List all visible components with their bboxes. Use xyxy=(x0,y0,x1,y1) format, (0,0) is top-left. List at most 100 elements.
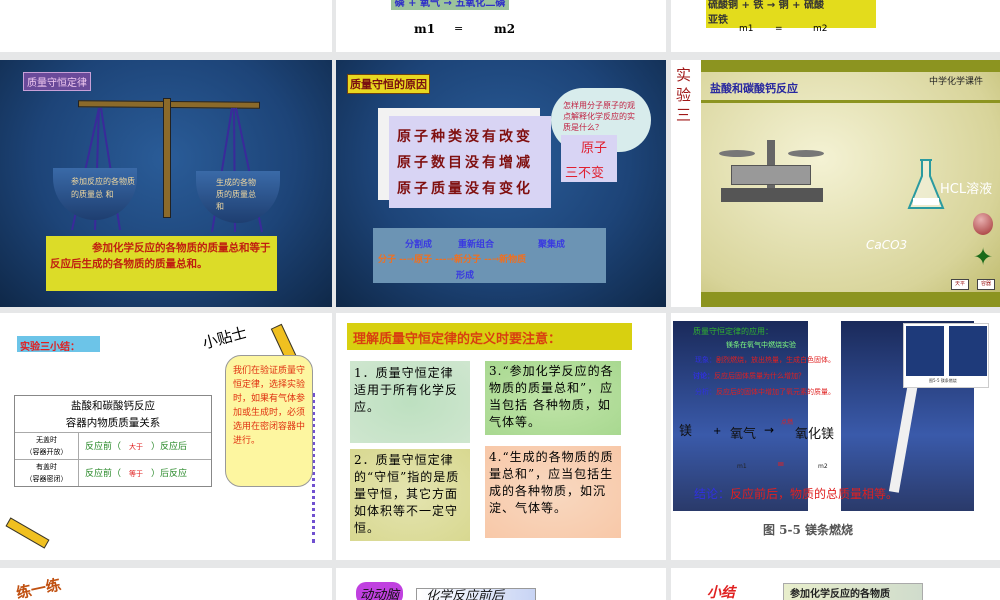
slide-10[interactable]: 练一练 xyxy=(0,568,332,600)
slide-9[interactable]: 图5-5 镁条燃烧 质量守恒定律的应用： 镁条在氧气中燃烧实验 现象：剧烈燃烧，… xyxy=(671,313,1000,560)
table-title-2: 容器内物质质量关系 xyxy=(65,417,161,429)
slide-6[interactable]: 实验三 盐酸和碳酸钙反应 中学化学课件 HCL溶液 CaCO3 ✦ 天平 容器 xyxy=(671,60,1000,307)
balance-scale-icon xyxy=(719,140,829,215)
maple-leaf-icon: ✦ xyxy=(973,243,994,271)
discussion-label: 讨论： xyxy=(693,372,714,380)
conclusion-label: 结论： xyxy=(694,487,731,501)
think-badge: 动动脑 xyxy=(356,582,404,600)
slide-title: 盐酸和碳酸钙反应 xyxy=(710,82,798,95)
slide-3[interactable]: 硫酸铜 + 铁 → 铜 + 硫酸 亚铁 m1 = m2 xyxy=(671,0,1000,52)
figure-caption: 图 5-5 镁条燃烧 xyxy=(763,523,854,537)
conclusion-text: 反应前后，物质的总质量相等。 xyxy=(730,487,899,501)
before-label: 反应前（ xyxy=(85,442,122,452)
flow-label-gather: 聚集成 xyxy=(538,240,566,250)
note-3-text: 3.“参加化学反应的各物质的质量总和”，应当包括 各种物质，如气体等。 xyxy=(489,364,614,429)
table-row: 无盖时 （容器开放） 反应前（ 大于 ）反应后 xyxy=(15,433,211,460)
question-text: 化学反应前后 xyxy=(426,589,505,600)
slide-2[interactable]: 磷 + 氧气 → 五氧化二磷 m1 = m2 xyxy=(336,0,666,52)
principle-3: 原子质量没有变化 xyxy=(397,181,533,197)
discussion-text: 反应后固体质量为什么增加？ xyxy=(714,372,805,380)
note-4: 4.“生成的各物质的质量总和”，应当包括生成的各种物质，如沉淀、气体等。 xyxy=(485,446,621,538)
m2-label: m2 xyxy=(494,22,516,36)
before-label: 反应前（ xyxy=(85,469,122,479)
summary-text: 参加化学反应的各物质 xyxy=(790,589,890,600)
after-label: ）后反应 xyxy=(151,469,188,479)
observation-line: 现象：剧烈燃烧，放出热量，生成白色固体。 xyxy=(695,355,835,365)
answer-box: 原子 三不变 xyxy=(561,135,617,182)
slide-1[interactable] xyxy=(0,0,332,52)
flow-label-split: 分割成 xyxy=(405,240,433,250)
slide-title: 小结 xyxy=(707,585,735,600)
reactant-oxygen: 氧气 xyxy=(730,427,757,442)
flow-sequence: 分子 --→原子 ---→新分子 --→新物质 xyxy=(378,255,527,265)
hcl-label: HCL溶液 xyxy=(940,182,993,197)
observation-text: 剧烈燃烧，放出热量，生成白色固体。 xyxy=(716,356,835,364)
note-1-text: 1．质量守恒定律适用于所有化学反应。 xyxy=(354,366,459,414)
m1-label: m1 xyxy=(414,22,436,36)
slide-body: 盐酸和碳酸钙反应 中学化学课件 HCL溶液 CaCO3 ✦ 天平 容器 xyxy=(701,60,1000,307)
slide-title: 实验三小结： xyxy=(17,336,100,353)
slide-7[interactable]: 实验三小结： 小贴士 盐酸和碳酸钙反应 容器内物质质量关系 无盖时 （容器开放） … xyxy=(0,313,332,560)
answer-three-unchanged: 三不变 xyxy=(565,166,605,181)
table-title-1: 盐酸和碳酸钙反应 xyxy=(71,400,155,412)
answer-atom: 原子 xyxy=(581,141,608,156)
tip-text: 我们在验证质量守恒定律，选择实验时，如果有气体参加或生成时，必须选用在密闭容器中… xyxy=(233,366,306,446)
m2-label: m2 xyxy=(818,463,828,470)
relation-value: 大于 xyxy=(129,443,144,451)
condition-label: 点燃 xyxy=(781,419,794,426)
container-button[interactable]: 容器 xyxy=(977,279,995,290)
tip-bubble: 我们在验证质量守恒定律，选择实验时，如果有气体参加或生成时，必须选用在密闭容器中… xyxy=(225,355,313,487)
subtitle: 镁条在氧气中燃烧实验 xyxy=(726,341,796,349)
slide-5[interactable]: 质量守恒的原因 原子种类没有改变 原子数目没有增减 原子质量没有变化 怎样用分子… xyxy=(336,60,666,307)
flow-label-form: 形成 xyxy=(456,271,475,281)
equation-line-2: 亚铁 xyxy=(708,15,728,26)
condition: 有盖时 xyxy=(36,463,57,471)
principle-1: 原子种类没有改变 xyxy=(397,129,533,145)
slide-title: 质量守恒的原因 xyxy=(347,74,430,94)
cloud-text: 怎样用分子原子的观点解释化学反应的实质是什么？ xyxy=(563,101,635,132)
equation-box: 硫酸铜 + 铁 → 铜 + 硫酸 亚铁 xyxy=(706,0,876,28)
summary-box: 参加化学反应的各物质 xyxy=(783,583,923,600)
equals-label: = xyxy=(777,460,785,470)
brand-label: 中学化学课件 xyxy=(929,77,984,87)
equals-label: = xyxy=(454,22,464,35)
condition-detail: （容器开放） xyxy=(25,448,68,456)
note-4-text: 4.“生成的各物质的质量总和”，应当包括生成的各种物质，如沉淀、气体等。 xyxy=(489,450,614,515)
analysis-label: 分析： xyxy=(695,388,716,396)
reactant-magnesium: 镁 xyxy=(679,424,693,439)
table-row: 有盖时 （容器密闭） 反应前（ 等于 ）后反应 xyxy=(15,460,211,486)
analysis-text: 反应后的固体中增加了氧元素的质量。 xyxy=(716,388,835,396)
discussion-line: 讨论：反应后固体质量为什么增加？ xyxy=(693,371,805,381)
note-2-text: 2．质量守恒定律的“守恒”指的是质量守恒，其它方面如体积等不一定守恒。 xyxy=(354,453,460,535)
slide-title: 练一练 xyxy=(14,575,63,600)
plus-sign: + xyxy=(713,426,722,437)
condition: 无盖时 xyxy=(36,436,57,444)
flow-label-recombine: 重新组合 xyxy=(458,240,495,250)
left-pan-label: 参加反应的各物质的质量总 和 xyxy=(71,177,135,199)
principle-2: 原子数目没有增减 xyxy=(397,155,533,171)
slide-8[interactable]: 理解质量守恒定律的定义时要注意： 1．质量守恒定律适用于所有化学反应。 2．质量… xyxy=(336,313,666,560)
sticker-label: 小贴士 xyxy=(200,323,249,353)
note-3: 3.“参加化学反应的各物质的质量总和”，应当包括 各种物质，如气体等。 xyxy=(485,361,621,435)
slide-4[interactable]: 质量守恒定律 参加反应的各物质的质量总 和 生成的各物质的质量总和 参加化学反应… xyxy=(0,60,332,307)
flow-box: 分割成 重新组合 聚集成 分子 --→原子 ---→新分子 --→新物质 形成 xyxy=(373,228,606,283)
slide-12[interactable]: 小结 参加化学反应的各物质 xyxy=(671,568,1000,600)
right-pan-label: 生成的各物质的质量总和 xyxy=(216,178,256,211)
m1-label: m1 xyxy=(739,24,754,34)
note-2: 2．质量守恒定律的“守恒”指的是质量守恒，其它方面如体积等不一定守恒。 xyxy=(350,449,470,541)
side-label: 实验三 xyxy=(676,66,692,124)
statement-text: 参加化学反应的各物质的质量总和等于反应后生成的各物质的质量总和。 xyxy=(50,242,271,270)
slide-11[interactable]: 动动脑 化学反应前后 xyxy=(336,568,666,600)
balance-button[interactable]: 天平 xyxy=(951,279,969,290)
equals-label: = xyxy=(775,24,783,34)
observation-label: 现象： xyxy=(695,356,716,364)
equation-box: 磷 + 氧气 → 五氧化二磷 xyxy=(391,0,509,10)
principles-box: 原子种类没有改变 原子数目没有增减 原子质量没有变化 xyxy=(389,116,551,208)
arrow: → xyxy=(764,423,775,437)
after-label: ）反应后 xyxy=(151,442,188,452)
slide-title: 理解质量守恒定律的定义时要注意： xyxy=(347,323,632,350)
m1-label: m1 xyxy=(737,463,747,470)
equation-line-1: 硫酸铜 + 铁 → 铜 + 硫酸 xyxy=(708,0,825,11)
crayons-icon xyxy=(5,517,50,549)
m2-label: m2 xyxy=(813,24,828,34)
